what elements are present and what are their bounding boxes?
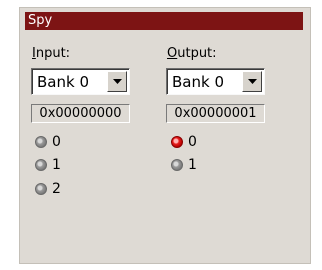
output-bit-1-led-icon xyxy=(171,159,183,171)
output-bank-dropdown-button[interactable] xyxy=(242,71,262,92)
input-label-text: nput: xyxy=(35,46,71,61)
input-value-display: 0x00000000 xyxy=(31,104,130,123)
output-bit-1: 1 xyxy=(171,157,211,175)
output-bit-0-label: 0 xyxy=(188,134,197,150)
panel-title: Spy xyxy=(25,12,303,30)
output-bit-0-led-icon xyxy=(171,136,183,148)
input-bit-0-label: 0 xyxy=(52,134,61,150)
output-label-accel: O xyxy=(167,46,178,61)
output-bit-1-label: 1 xyxy=(188,157,197,173)
input-bit-2: 2 xyxy=(35,181,75,199)
input-bit-1: 1 xyxy=(35,157,75,175)
input-bit-1-led-icon xyxy=(35,159,47,171)
output-value-display: 0x00000001 xyxy=(166,104,265,123)
input-bit-1-label: 1 xyxy=(52,157,61,173)
output-bit-0: 0 xyxy=(171,134,211,152)
chevron-down-icon xyxy=(248,79,257,84)
input-label: Input: xyxy=(32,46,70,61)
output-bank-value: Bank 0 xyxy=(172,73,224,91)
output-label-text: utput: xyxy=(177,46,217,61)
input-bank-value: Bank 0 xyxy=(37,73,89,91)
chevron-down-icon xyxy=(113,79,122,84)
input-bit-2-label: 2 xyxy=(52,181,61,197)
input-bank-dropdown-button[interactable] xyxy=(107,71,127,92)
output-bank-dropdown[interactable]: Bank 0 xyxy=(166,68,265,95)
output-label: Output: xyxy=(167,46,217,61)
input-bank-dropdown[interactable]: Bank 0 xyxy=(31,68,130,95)
input-bit-2-led-icon xyxy=(35,183,47,195)
input-bit-0: 0 xyxy=(35,134,75,152)
input-bit-0-led-icon xyxy=(35,136,47,148)
